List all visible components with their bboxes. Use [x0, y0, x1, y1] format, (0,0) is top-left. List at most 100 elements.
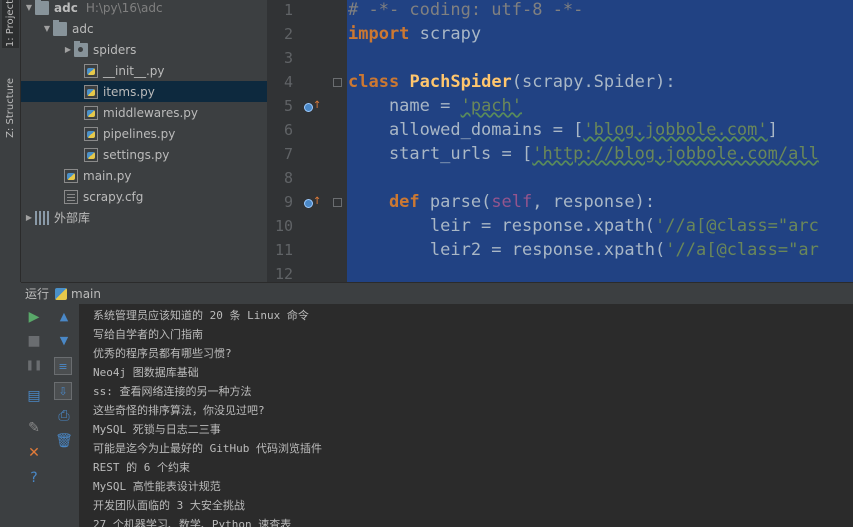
code-text: , response): [532, 192, 656, 212]
line-number: 5 [283, 97, 293, 115]
tree-item-items[interactable]: items.py [21, 81, 267, 102]
python-file-icon [84, 63, 98, 78]
help-button[interactable]: ? [25, 469, 43, 487]
code-self: self [491, 192, 533, 212]
code-text: start_urls = [ [348, 144, 533, 164]
folder-icon [35, 0, 49, 15]
code-line-2: import scrapy [348, 24, 481, 44]
rerun-button[interactable]: ▶ [25, 308, 43, 326]
tree-item-label: scrapy.cfg [83, 189, 144, 204]
console-output[interactable]: 系统管理员应该知道的 20 条 Linux 命令 写给自学者的入门指南 优秀的程… [81, 304, 853, 527]
tree-item-adc[interactable]: ▼ adc [21, 18, 267, 39]
folder-icon [53, 19, 67, 36]
code-line-11: leir2 = response.xpath('//a[@class="ar [348, 240, 819, 260]
chevron-right-icon[interactable]: ▶ [23, 213, 35, 222]
code-text: leir = response.xpath( [348, 216, 656, 236]
tree-item-label: spiders [93, 42, 137, 57]
code-keyword: import [348, 24, 410, 44]
line-number: 1 [283, 1, 293, 19]
python-file-icon [64, 168, 78, 183]
fold-marker-icon[interactable] [333, 78, 342, 87]
project-tree: ▼ adc H:\py\16\adc ▼ adc ▶ spiders __ini… [21, 0, 267, 282]
code-string: 'blog.jobbole.com' [583, 120, 768, 140]
code-text: parse( [419, 192, 492, 212]
tree-item-scrapy-cfg[interactable]: scrapy.cfg [21, 186, 267, 207]
tree-item-root[interactable]: ▼ adc H:\py\16\adc [21, 0, 267, 18]
tab-structure[interactable]: Z: Structure [2, 78, 19, 148]
scroll-down-button[interactable]: ▼ [55, 332, 73, 350]
tree-item-settings[interactable]: settings.py [21, 144, 267, 165]
python-file-icon [84, 105, 98, 120]
pin-icon[interactable]: ✎ [25, 419, 43, 437]
tab-structure-label: Z: Structure [5, 78, 16, 138]
close-button[interactable]: ✕ [25, 444, 43, 462]
tree-item-label: middlewares.py [103, 105, 198, 120]
python-file-icon [84, 84, 98, 99]
tree-item-pipelines[interactable]: pipelines.py [21, 123, 267, 144]
override-icon[interactable]: ↑ [304, 196, 321, 210]
code-line-5: name = 'pach' [348, 96, 522, 116]
console-line: 优秀的程序员都有哪些习惯? [93, 347, 232, 360]
tree-item-spiders[interactable]: ▶ spiders [21, 39, 267, 60]
pause-button[interactable]: ❚❚ [25, 357, 43, 375]
left-tool-strip: 1: Project Z: Structure [0, 0, 21, 282]
code-line-4: class PachSpider(scrapy.Spider): [348, 72, 676, 92]
scroll-to-end-icon[interactable]: ⇩ [54, 382, 72, 400]
line-number: 3 [283, 49, 293, 67]
run-config-tab[interactable]: main [71, 287, 101, 301]
line-number: 7 [283, 145, 293, 163]
tab-project-label: 1: Project [5, 0, 16, 48]
code-line-7: start_urls = ['http://blog.jobbole.com/a… [348, 144, 819, 164]
code-comment: # -*- coding: utf-8 -*- [348, 0, 584, 20]
line-number: 4 [283, 73, 293, 91]
tree-item-label: __init__.py [103, 63, 165, 78]
line-number: 10 [274, 217, 293, 235]
console-line: ss: 查看网络连接的另一种方法 [93, 385, 252, 398]
code-keyword: def [348, 192, 420, 212]
tree-item-main[interactable]: main.py [21, 165, 267, 186]
code-text: ] [767, 120, 778, 140]
run-panel-header: 运行 main [21, 282, 853, 304]
config-file-icon [64, 189, 78, 204]
chevron-down-icon[interactable]: ▼ [41, 24, 53, 33]
tree-item-label: main.py [83, 168, 132, 183]
tree-item-label: 外部库 [54, 211, 91, 225]
console-line: REST 的 6 个约束 [93, 461, 190, 474]
run-panel-title: 运行 [25, 287, 50, 301]
stop-button[interactable]: ■ [25, 332, 43, 350]
tab-project[interactable]: 1: Project [2, 0, 19, 48]
chevron-down-icon[interactable]: ▼ [23, 3, 35, 12]
package-icon [74, 40, 88, 57]
code-editor[interactable]: 1 2 3 4 5 6 7 8 9 10 11 12 ↑ ↑ # -*- cod… [267, 0, 853, 282]
console-line: 27 个机器学习、数学、Python 速查表 [93, 518, 292, 527]
code-text: allowed_domains = [ [348, 120, 584, 140]
console-line: 可能是迄今为止最好的 GitHub 代码浏览插件 [93, 442, 322, 455]
code-string: 'pach' [460, 96, 523, 116]
override-icon[interactable]: ↑ [304, 100, 321, 114]
print-icon[interactable]: ⎙ [55, 407, 73, 425]
python-file-icon [84, 126, 98, 141]
tree-item-external-libs[interactable]: ▶ 外部库 [21, 207, 267, 228]
tree-item-middlewares[interactable]: middlewares.py [21, 102, 267, 123]
console-line: 开发团队面临的 3 大安全挑战 [93, 499, 245, 512]
chevron-right-icon[interactable]: ▶ [62, 45, 74, 54]
console-line: 这些奇怪的排序算法，你没见过吧? [93, 404, 265, 417]
soft-wrap-icon[interactable]: ≡ [54, 357, 72, 375]
line-number: 2 [283, 25, 293, 43]
tree-item-label: pipelines.py [103, 126, 176, 141]
tree-item-label: items.py [103, 84, 155, 99]
line-number: 11 [274, 241, 293, 259]
code-text: scrapy [409, 24, 482, 44]
layout-icon[interactable]: ▤ [25, 387, 43, 405]
tree-item-label: settings.py [103, 147, 170, 162]
code-class-name: PachSpider [409, 72, 512, 92]
console-line: MySQL 死锁与日志二三事 [93, 423, 221, 436]
console-line: 系统管理员应该知道的 20 条 Linux 命令 [93, 309, 309, 322]
line-number: 12 [274, 265, 293, 282]
tree-item-init[interactable]: __init__.py [21, 60, 267, 81]
trash-icon[interactable]: 🗑 [55, 432, 73, 450]
tree-item-label: adc [54, 0, 78, 15]
scroll-up-button[interactable]: ▲ [55, 308, 73, 326]
fold-marker-icon[interactable] [333, 198, 342, 207]
code-text: (scrapy.Spider): [511, 72, 676, 92]
